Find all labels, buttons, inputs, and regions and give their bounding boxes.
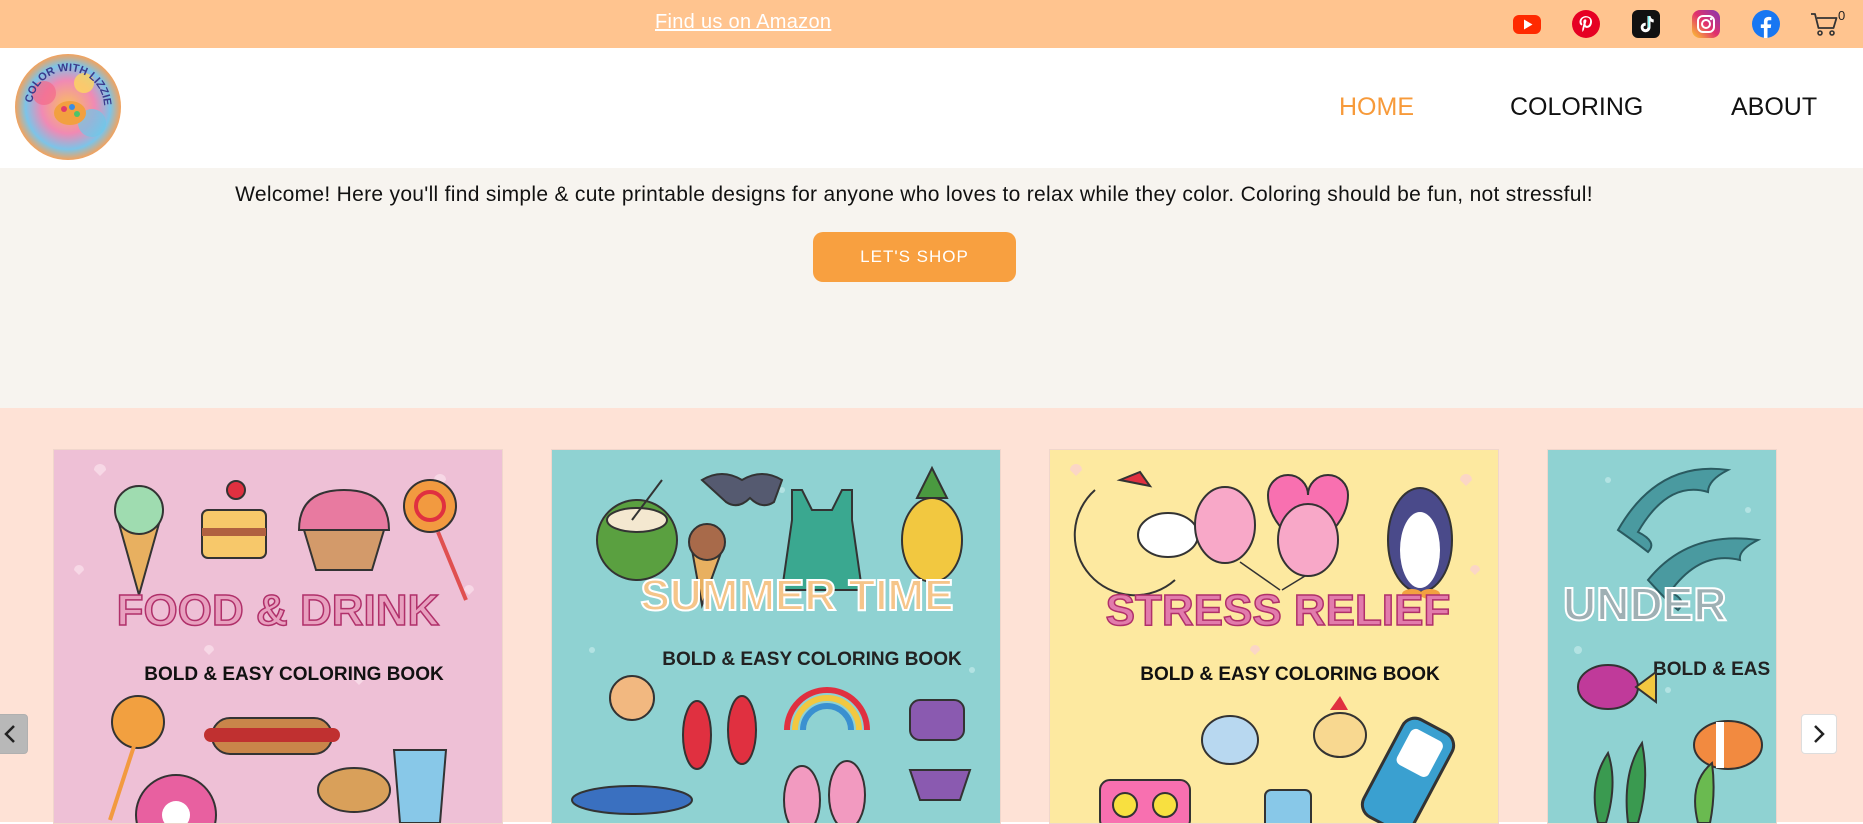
nav-about[interactable]: ABOUT — [1731, 93, 1817, 122]
nav-home[interactable]: HOME — [1339, 93, 1414, 122]
cart-count: 0 — [1838, 8, 1846, 23]
book-subtitle: BOLD & EASY COLORING BOOK — [662, 649, 962, 670]
book-subtitle: BOLD & EASY COLORING BOOK — [1140, 664, 1440, 685]
book-card-stress-relief[interactable]: STRESS RELIEF BOLD & EASY COLORING BOOK — [1049, 449, 1499, 824]
instagram-icon[interactable] — [1691, 9, 1721, 39]
book-subtitle: BOLD & EAS — [1653, 659, 1770, 680]
carousel-next-button[interactable] — [1801, 714, 1837, 754]
carousel-prev-button[interactable] — [0, 714, 28, 754]
pinterest-icon[interactable] — [1571, 9, 1601, 39]
cart-icon[interactable] — [1809, 9, 1841, 39]
youtube-icon[interactable] — [1512, 9, 1542, 39]
book-card-summer-time[interactable]: SUMMER TIME BOLD & EASY COLORING BOOK — [551, 449, 1001, 824]
book-title: UNDER — [1563, 578, 1727, 630]
welcome-text: Welcome! Here you'll find simple & cute … — [235, 183, 1593, 206]
site-logo[interactable]: COLOR WITH LIZZIE — [14, 53, 122, 161]
book-title: STRESS RELIEF — [1106, 586, 1451, 635]
lets-shop-button[interactable]: LET'S SHOP — [813, 232, 1016, 282]
nav-coloring[interactable]: COLORING — [1510, 93, 1643, 122]
book-card-food-drink[interactable]: FOOD & DRINK BOLD & EASY COLORING BOOK — [53, 449, 503, 824]
facebook-icon[interactable] — [1751, 9, 1781, 39]
book-title: SUMMER TIME — [641, 571, 954, 620]
chevron-left-icon — [4, 725, 15, 743]
book-card-under-the-sea[interactable]: UNDER BOLD & EAS — [1547, 449, 1777, 824]
book-title: FOOD & DRINK — [117, 586, 440, 635]
amazon-link[interactable]: Find us on Amazon — [655, 11, 831, 34]
chevron-right-icon — [1814, 725, 1825, 743]
book-subtitle: BOLD & EASY COLORING BOOK — [144, 664, 444, 685]
tiktok-icon[interactable] — [1631, 9, 1661, 39]
